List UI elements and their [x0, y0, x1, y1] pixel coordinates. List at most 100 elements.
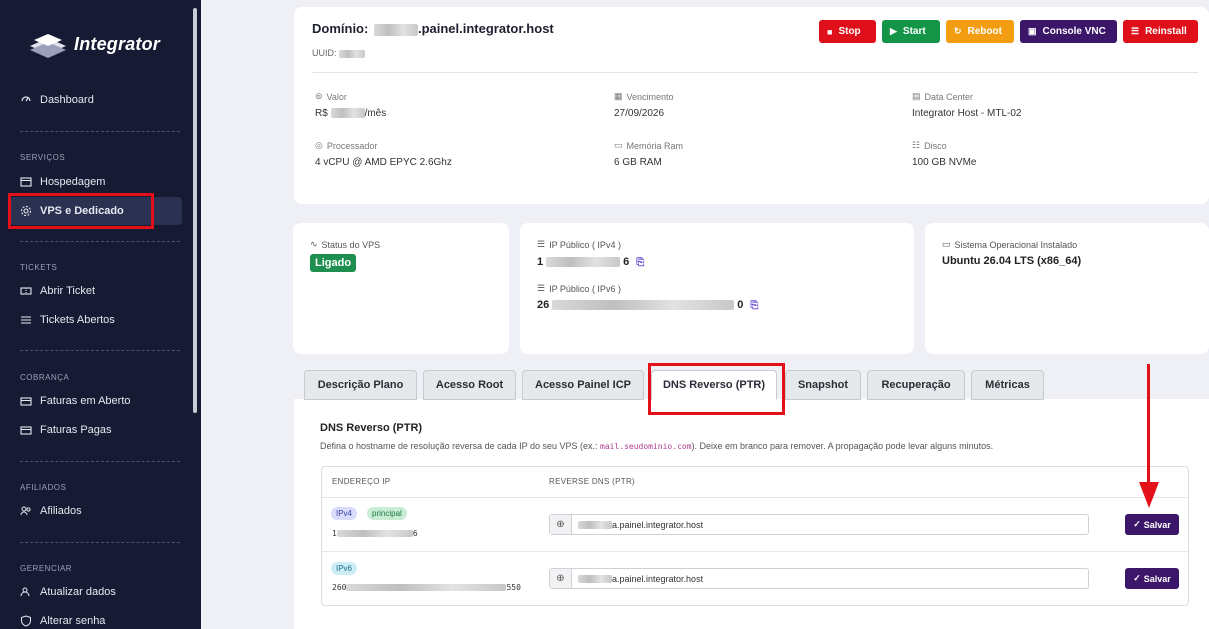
nav-abrir-ticket[interactable]: Abrir Ticket	[20, 282, 95, 300]
ipv4-value: 1 6 ⎘	[537, 256, 644, 268]
sidebar-scrollbar[interactable]	[193, 8, 197, 413]
pulse-icon: ∿	[310, 239, 318, 249]
divider	[322, 497, 1188, 498]
nav-abrir-ticket-label: Abrir Ticket	[40, 285, 96, 297]
start-button[interactable]: ▶ Start	[882, 20, 940, 43]
users-icon	[20, 506, 31, 516]
save-ipv6-button[interactable]: ✓ Salvar	[1125, 568, 1179, 589]
globe-icon: ⊕	[550, 569, 572, 588]
money-icon: ⊜	[315, 91, 323, 101]
nav-dashboard-label: Dashboard	[40, 94, 94, 106]
tab-descricao-plano[interactable]: Descrição Plano	[304, 370, 417, 400]
principal-badge: principal	[367, 507, 407, 520]
section-gerenciar: GERENCIAR	[20, 564, 73, 573]
user-edit-icon	[20, 587, 30, 597]
ticket-icon	[20, 287, 32, 295]
network-icon: ☰	[537, 283, 546, 293]
ipv4-end: 6	[623, 256, 630, 268]
dns-title: DNS Reverso (PTR)	[320, 422, 423, 434]
page-title: Domínio: .painel.integrator.host	[312, 21, 554, 36]
row-ip-end: 6	[412, 529, 418, 538]
nav-atualizar-dados[interactable]: Atualizar dados	[20, 583, 116, 601]
check-icon: ✓	[1133, 519, 1141, 529]
stop-button[interactable]: ■ Stop	[819, 20, 876, 43]
dns-desc-after: ). Deixe em branco para remover. A propa…	[691, 441, 994, 451]
tab-snapshot[interactable]: Snapshot	[785, 370, 861, 400]
nav-dashboard[interactable]: Dashboard	[20, 91, 94, 109]
nav-atualizar-dados-label: Atualizar dados	[40, 586, 116, 598]
logo[interactable]: Integrator	[28, 28, 160, 60]
valor-prefix: R$	[315, 108, 328, 119]
reinstall-button[interactable]: ☰ Reinstall	[1123, 20, 1198, 43]
reboot-button[interactable]: ↻ Reboot	[946, 20, 1014, 43]
nav-hospedagem[interactable]: Hospedagem	[20, 173, 105, 191]
vencimento-label: ▦ Vencimento	[614, 91, 674, 102]
ptr-input-ipv6[interactable]: ⊕ a.painel.integrator.host	[549, 568, 1089, 589]
disco-label-text: Disco	[924, 140, 947, 151]
os-label-text: Sistema Operacional Instalado	[954, 239, 1078, 250]
uuid: UUID:	[312, 48, 366, 58]
uuid-label: UUID:	[312, 48, 337, 58]
status-badge: Ligado	[310, 254, 357, 272]
sidebar: Integrator Dashboard SERVIÇOS Hospedagem…	[0, 0, 201, 629]
tab-acesso-root[interactable]: Acesso Root	[423, 370, 516, 400]
valor-value: R$ /mês	[315, 108, 386, 119]
copy-icon[interactable]: ⎘	[750, 300, 758, 311]
copy-icon[interactable]: ⎘	[636, 257, 644, 268]
nav-afiliados[interactable]: Afiliados	[20, 502, 82, 520]
console-vnc-button[interactable]: ▣ Console VNC	[1020, 20, 1117, 43]
row-ip-start: 260	[332, 583, 347, 592]
invoice-paid-icon	[20, 426, 32, 435]
redacted-text	[346, 584, 507, 591]
annotation-highlight-tab	[648, 363, 785, 415]
status-label: ∿ Status do VPS	[310, 239, 380, 250]
ipv6-label-text: IP Público ( IPv6 )	[549, 283, 621, 294]
ptr-input-ipv4[interactable]: ⊕ a.painel.integrator.host	[549, 514, 1089, 535]
calendar-icon: ▦	[614, 91, 623, 101]
processador-label-text: Processador	[326, 140, 378, 151]
datacenter-label-text: Data Center	[924, 91, 974, 102]
server-icon: ☰	[1131, 26, 1140, 36]
nav-afiliados-label: Afiliados	[40, 505, 82, 517]
divider	[322, 551, 1188, 552]
logo-text: Integrator	[74, 33, 161, 54]
ipv4-start: 1	[537, 256, 544, 268]
nav-tickets-abertos-label: Tickets Abertos	[40, 314, 115, 326]
disco-value: 100 GB NVMe	[912, 157, 977, 168]
memoria-label-text: Memória Ram	[626, 140, 684, 151]
section-cobranca: COBRANÇA	[20, 373, 70, 382]
valor-suffix: /mês	[364, 108, 387, 119]
nav-tickets-abertos[interactable]: Tickets Abertos	[20, 311, 115, 329]
reinstall-label: Reinstall	[1145, 26, 1187, 37]
redacted-text	[330, 108, 365, 119]
redacted-text	[339, 49, 366, 58]
domain-label: Domínio:	[312, 21, 369, 36]
tab-acesso-painel-icp[interactable]: Acesso Painel ICP	[522, 370, 644, 400]
divider	[20, 542, 180, 543]
refresh-icon: ↻	[954, 26, 962, 36]
row-ipv4-address: 16	[332, 529, 418, 538]
divider	[20, 350, 180, 351]
dashboard-icon	[21, 96, 31, 102]
annotation-arrow-head	[1139, 482, 1159, 508]
divider	[312, 72, 1198, 73]
play-icon: ▶	[890, 26, 897, 36]
save-ipv4-button[interactable]: ✓ Salvar	[1125, 514, 1179, 535]
ipv6-end: 0	[737, 299, 744, 311]
tab-recuperacao[interactable]: Recuperação	[867, 370, 965, 400]
nav-faturas-pagas[interactable]: Faturas Pagas	[20, 421, 112, 439]
nav-alterar-senha[interactable]: Alterar senha	[20, 612, 105, 629]
ptr-value: a.painel.integrator.host	[612, 519, 704, 530]
nav-alterar-senha-label: Alterar senha	[40, 615, 106, 627]
tab-metricas[interactable]: Métricas	[971, 370, 1044, 400]
ipv4-label: ☰ IP Público ( IPv4 )	[537, 239, 621, 250]
start-label: Start	[902, 26, 926, 37]
memoria-label: ▭ Memória Ram	[614, 140, 683, 151]
monitor-icon: ▭	[942, 239, 951, 249]
col-endereco-ip: ENDEREÇO IP	[332, 477, 391, 486]
valor-label: ⊜ Valor	[315, 91, 347, 102]
redacted-text	[552, 300, 735, 310]
memory-icon: ▭	[614, 140, 623, 150]
cpu-icon: ◎	[315, 140, 323, 150]
nav-faturas-aberto[interactable]: Faturas em Aberto	[20, 392, 131, 410]
